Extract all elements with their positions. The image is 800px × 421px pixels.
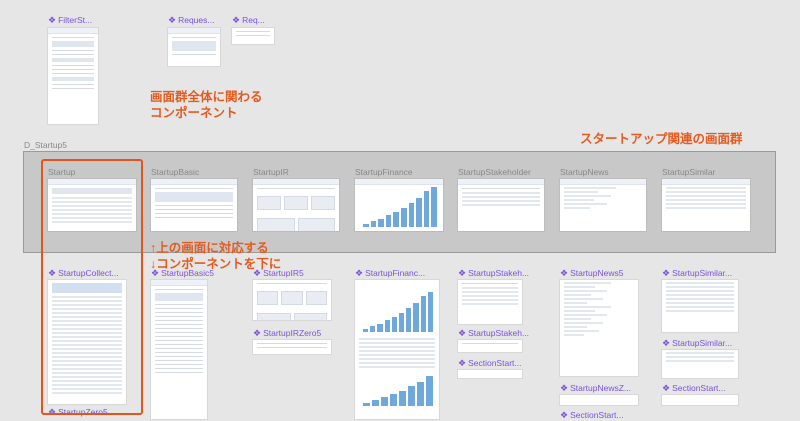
component-label-request-1[interactable]: ❖ Reques... bbox=[168, 15, 220, 26]
component-diamond-icon: ❖ bbox=[560, 268, 569, 278]
component-label-startupstakeholder-1[interactable]: ❖ StartupStakeh... bbox=[458, 268, 544, 279]
component-label-startupstakeholder-2[interactable]: ❖ StartupStakeh... bbox=[458, 328, 544, 339]
component-thumb-request-1[interactable] bbox=[168, 28, 220, 66]
component-label-filterstate[interactable]: ❖ FilterSt... bbox=[48, 15, 104, 26]
component-thumb-request-2[interactable] bbox=[232, 28, 274, 44]
component-label-startupsimilar-2[interactable]: ❖ StartupSimilar... bbox=[662, 338, 752, 349]
component-diamond-icon: ❖ bbox=[458, 268, 467, 278]
frame-label-startupstakeholder[interactable]: StartupStakeholder bbox=[458, 167, 531, 177]
component-label-startupir5[interactable]: ❖ StartupIR5 bbox=[253, 268, 339, 279]
frame-startupbasic[interactable] bbox=[151, 179, 237, 231]
annotation-global-components-2: コンポーネント bbox=[150, 106, 238, 120]
component-label-startupirzero5[interactable]: ❖ StartupIRZero5 bbox=[253, 328, 339, 339]
component-startupsimilar-2[interactable] bbox=[662, 350, 738, 378]
component-startupir5[interactable] bbox=[253, 280, 331, 320]
component-diamond-icon: ❖ bbox=[253, 268, 262, 278]
frame-label-startupsimilar[interactable]: StartupSimilar bbox=[662, 167, 715, 177]
component-startupfinance[interactable] bbox=[355, 280, 439, 419]
component-thumb-filterstate[interactable] bbox=[48, 28, 98, 124]
frame-label-startupbasic[interactable]: StartupBasic bbox=[151, 167, 199, 177]
component-label-startupsimilar-1[interactable]: ❖ StartupSimilar... bbox=[662, 268, 752, 279]
component-diamond-icon: ❖ bbox=[232, 15, 241, 25]
component-sectionstart-3[interactable] bbox=[662, 395, 738, 405]
component-startupnews5[interactable] bbox=[560, 280, 638, 376]
section-title[interactable]: D_Startup5 bbox=[24, 140, 67, 150]
component-startupstakeholder-2[interactable] bbox=[458, 340, 522, 352]
component-diamond-icon: ❖ bbox=[662, 383, 671, 393]
component-diamond-icon: ❖ bbox=[458, 358, 467, 368]
component-label-sectionstart-1[interactable]: ❖ SectionStart... bbox=[458, 358, 544, 369]
component-diamond-icon: ❖ bbox=[458, 328, 467, 338]
frame-startupnews[interactable] bbox=[560, 179, 646, 231]
frame-label-startupfinance[interactable]: StartupFinance bbox=[355, 167, 413, 177]
highlight-frame bbox=[41, 159, 143, 415]
frame-startupstakeholder[interactable] bbox=[458, 179, 544, 231]
frame-label-startupir[interactable]: StartupIR bbox=[253, 167, 289, 177]
component-startupnewszero[interactable] bbox=[560, 395, 638, 405]
component-label-sectionstart-3[interactable]: ❖ SectionStart... bbox=[662, 383, 752, 394]
component-diamond-icon: ❖ bbox=[48, 15, 57, 25]
component-startupstakeholder-1[interactable] bbox=[458, 280, 522, 324]
component-label-startupnews5[interactable]: ❖ StartupNews5 bbox=[560, 268, 646, 279]
component-label-startupfinance[interactable]: ❖ StartupFinanc... bbox=[355, 268, 445, 279]
component-label-startupnewszero[interactable]: ❖ StartupNewsZ... bbox=[560, 383, 646, 394]
component-diamond-icon: ❖ bbox=[253, 328, 262, 338]
frame-label-startupnews[interactable]: StartupNews bbox=[560, 167, 609, 177]
component-diamond-icon: ❖ bbox=[151, 268, 160, 278]
component-diamond-icon: ❖ bbox=[662, 338, 671, 348]
component-sectionstart-1[interactable] bbox=[458, 370, 522, 378]
component-diamond-icon: ❖ bbox=[662, 268, 671, 278]
annotation-startup-screens: スタートアップ関連の画面群 bbox=[580, 132, 743, 146]
frame-startupfinance[interactable] bbox=[355, 179, 443, 231]
component-diamond-icon: ❖ bbox=[355, 268, 364, 278]
component-diamond-icon: ❖ bbox=[560, 383, 569, 393]
frame-startupir[interactable] bbox=[253, 179, 339, 231]
component-startupsimilar-1[interactable] bbox=[662, 280, 738, 332]
component-startupirzero5[interactable] bbox=[253, 340, 331, 354]
component-startupbasic5[interactable] bbox=[151, 280, 207, 419]
frame-startupsimilar[interactable] bbox=[662, 179, 750, 231]
component-label-request-2[interactable]: ❖ Req... bbox=[232, 15, 274, 26]
component-label-startupbasic5[interactable]: ❖ StartupBasic5 bbox=[151, 268, 237, 279]
component-label-sectionstart-2[interactable]: ❖ SectionStart... bbox=[560, 410, 646, 421]
component-diamond-icon: ❖ bbox=[168, 15, 177, 25]
